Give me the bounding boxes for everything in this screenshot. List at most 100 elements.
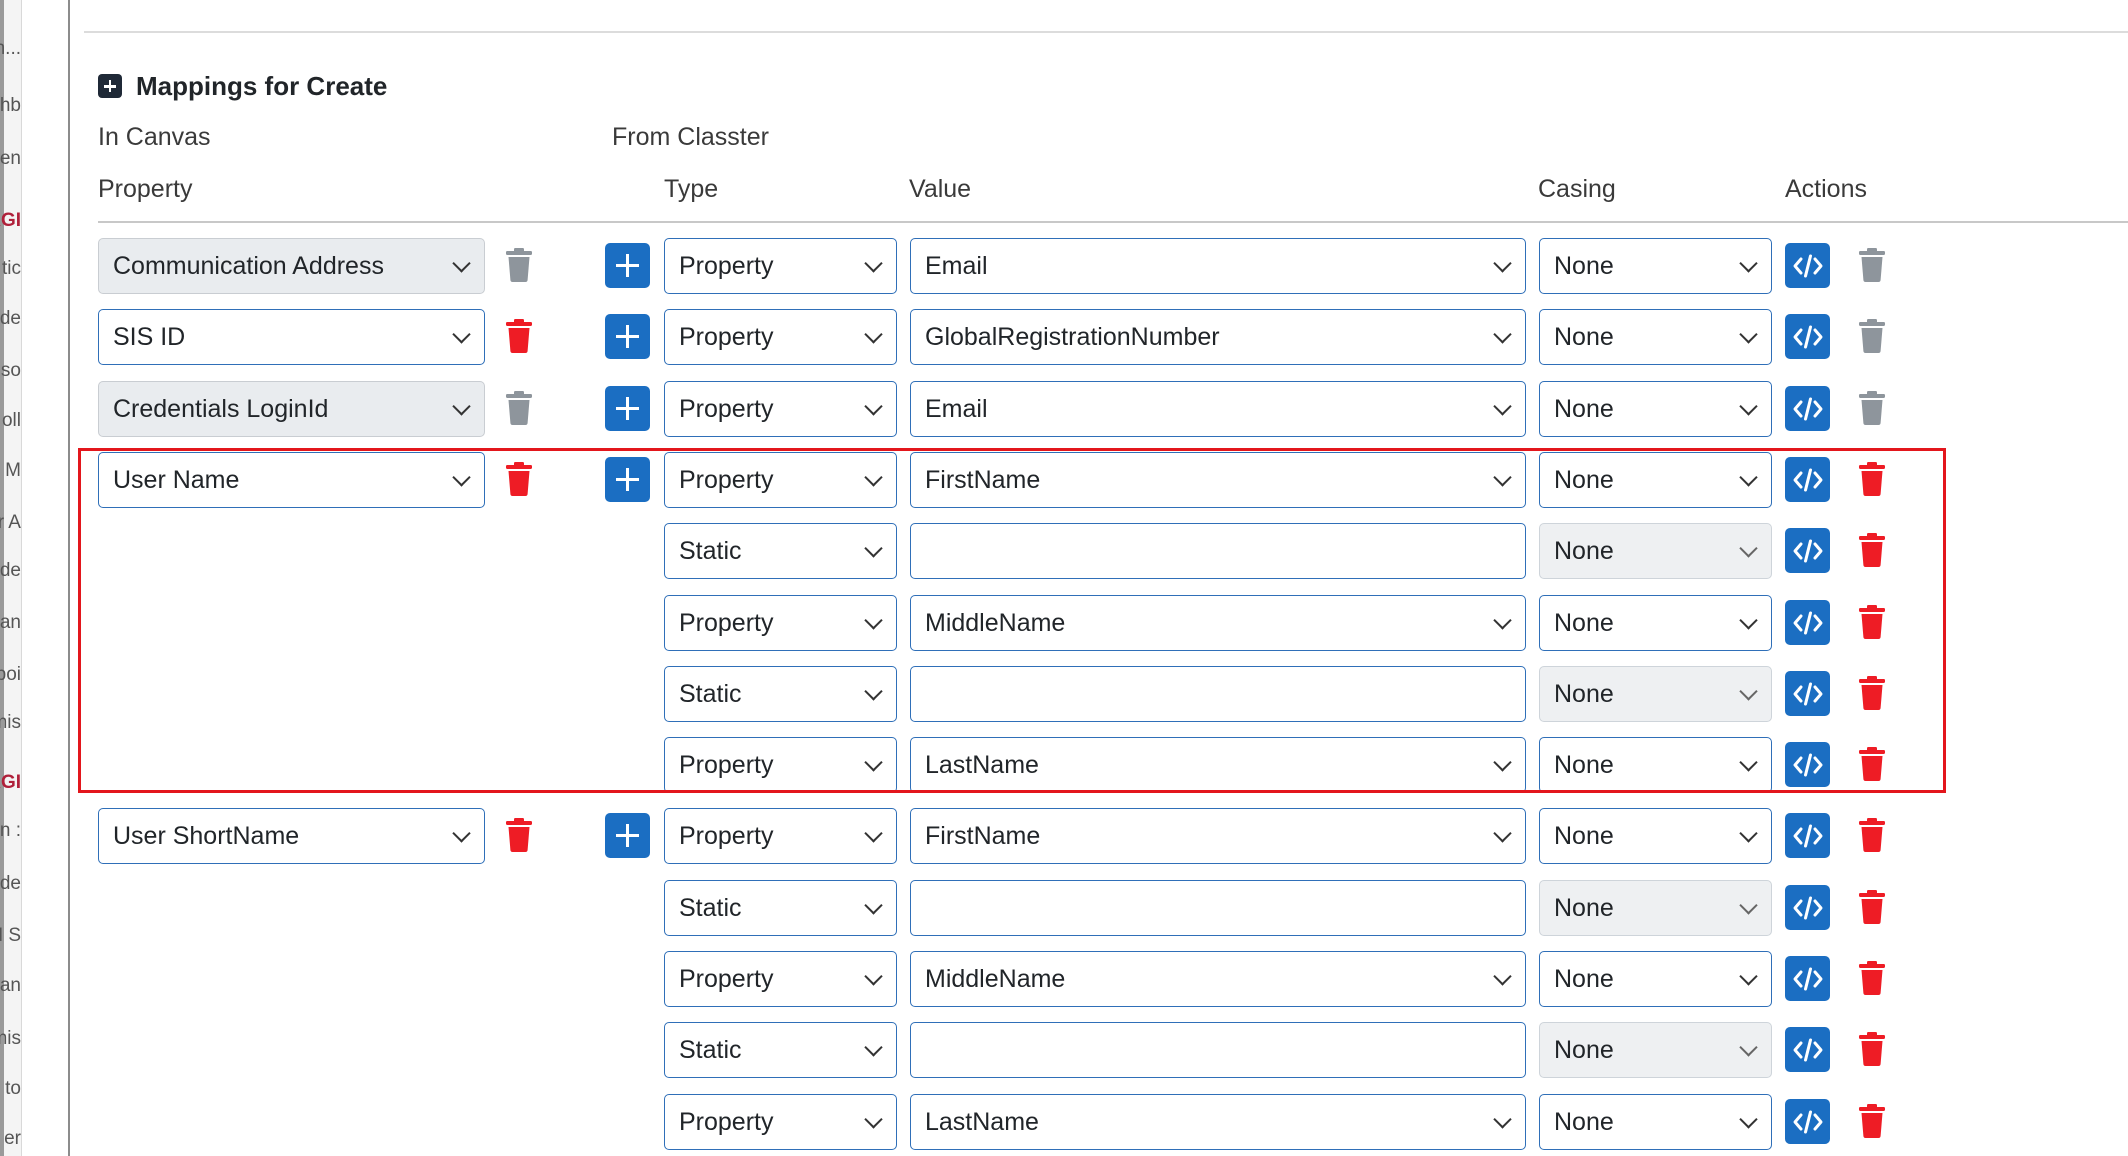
type-select[interactable]: Static: [664, 1022, 897, 1078]
delete-mapping-trash-icon[interactable]: [505, 391, 533, 425]
delete-row-trash-icon[interactable]: [1858, 462, 1886, 496]
type-select[interactable]: Static: [664, 523, 897, 579]
casing-select[interactable]: None: [1539, 238, 1772, 294]
type-select[interactable]: Property: [664, 595, 897, 651]
sidebar-item-fragment[interactable]: n...: [0, 38, 21, 60]
section-header[interactable]: Mappings for Create: [98, 68, 387, 104]
add-source-button[interactable]: [605, 386, 650, 431]
sidebar-item-fragment[interactable]: de: [0, 873, 21, 895]
canvas-property-select[interactable]: Credentials LoginId: [98, 381, 485, 437]
casing-select[interactable]: None: [1539, 1094, 1772, 1150]
delete-mapping-trash-icon[interactable]: [505, 462, 533, 496]
sidebar-item-fragment[interactable]: to: [5, 1078, 21, 1100]
delete-row-trash-icon[interactable]: [1858, 391, 1886, 425]
type-select[interactable]: Property: [664, 808, 897, 864]
type-select[interactable]: Property: [664, 737, 897, 793]
sidebar-item-fragment[interactable]: en: [0, 148, 21, 170]
casing-select[interactable]: None: [1539, 666, 1772, 722]
type-select[interactable]: Property: [664, 309, 897, 365]
code-editor-button[interactable]: [1785, 386, 1830, 431]
value-select[interactable]: LastName: [910, 1094, 1526, 1150]
static-value-input[interactable]: [910, 1022, 1526, 1078]
code-editor-button[interactable]: [1785, 457, 1830, 502]
add-source-button[interactable]: [605, 457, 650, 502]
delete-row-trash-icon[interactable]: [1858, 1104, 1886, 1138]
sidebar-item-fragment[interactable]: shb: [0, 95, 21, 117]
delete-mapping-trash-icon[interactable]: [505, 319, 533, 353]
type-select[interactable]: Property: [664, 1094, 897, 1150]
delete-row-trash-icon[interactable]: [1858, 890, 1886, 924]
add-source-button[interactable]: [605, 243, 650, 288]
casing-select[interactable]: None: [1539, 452, 1772, 508]
sidebar-item-fragment[interactable]: er A: [0, 512, 21, 534]
expand-plus-icon[interactable]: [98, 74, 122, 98]
code-editor-button[interactable]: [1785, 956, 1830, 1001]
add-source-button[interactable]: [605, 314, 650, 359]
code-editor-button[interactable]: [1785, 742, 1830, 787]
static-value-input[interactable]: [910, 666, 1526, 722]
code-editor-button[interactable]: [1785, 243, 1830, 288]
type-select[interactable]: Static: [664, 880, 897, 936]
type-select[interactable]: Property: [664, 381, 897, 437]
delete-row-trash-icon[interactable]: [1858, 1032, 1886, 1066]
casing-select[interactable]: None: [1539, 737, 1772, 793]
sidebar-item-fragment[interactable]: mis: [0, 712, 21, 734]
code-editor-button[interactable]: [1785, 813, 1830, 858]
canvas-property-select[interactable]: SIS ID: [98, 309, 485, 365]
type-select[interactable]: Static: [664, 666, 897, 722]
code-editor-button[interactable]: [1785, 671, 1830, 716]
sidebar-item-fragment[interactable]: an: [0, 975, 21, 997]
casing-select[interactable]: None: [1539, 1022, 1772, 1078]
static-value-input[interactable]: [910, 880, 1526, 936]
value-select[interactable]: MiddleName: [910, 951, 1526, 1007]
sidebar-item-fragment[interactable]: AGI: [0, 772, 21, 794]
code-editor-button[interactable]: [1785, 314, 1830, 359]
value-select[interactable]: GlobalRegistrationNumber: [910, 309, 1526, 365]
sidebar-item-fragment[interactable]: mis: [0, 1028, 21, 1050]
casing-select[interactable]: None: [1539, 595, 1772, 651]
delete-row-trash-icon[interactable]: [1858, 961, 1886, 995]
value-select[interactable]: Email: [910, 381, 1526, 437]
sidebar-item-fragment[interactable]: de: [0, 308, 21, 330]
canvas-property-select[interactable]: User ShortName: [98, 808, 485, 864]
delete-row-trash-icon[interactable]: [1858, 248, 1886, 282]
casing-select[interactable]: None: [1539, 808, 1772, 864]
code-editor-button[interactable]: [1785, 1027, 1830, 1072]
value-select[interactable]: Email: [910, 238, 1526, 294]
delete-row-trash-icon[interactable]: [1858, 818, 1886, 852]
code-editor-button[interactable]: [1785, 885, 1830, 930]
delete-mapping-trash-icon[interactable]: [505, 818, 533, 852]
delete-row-trash-icon[interactable]: [1858, 605, 1886, 639]
value-select[interactable]: MiddleName: [910, 595, 1526, 651]
delete-mapping-trash-icon[interactable]: [505, 248, 533, 282]
value-select[interactable]: LastName: [910, 737, 1526, 793]
casing-select[interactable]: None: [1539, 381, 1772, 437]
sidebar-item-fragment[interactable]: M S: [0, 925, 21, 947]
delete-row-trash-icon[interactable]: [1858, 319, 1886, 353]
add-source-button[interactable]: [605, 813, 650, 858]
static-value-input[interactable]: [910, 523, 1526, 579]
casing-select[interactable]: None: [1539, 951, 1772, 1007]
sidebar-item-fragment[interactable]: oll: [2, 410, 21, 432]
canvas-property-select[interactable]: Communication Address: [98, 238, 485, 294]
sidebar-item-fragment[interactable]: n :: [0, 820, 21, 842]
sidebar-item-fragment[interactable]: poi: [0, 664, 21, 686]
sidebar-item-fragment[interactable]: de: [0, 560, 21, 582]
code-editor-button[interactable]: [1785, 528, 1830, 573]
sidebar-item-fragment[interactable]: tic: [2, 258, 21, 280]
delete-row-trash-icon[interactable]: [1858, 533, 1886, 567]
sidebar-item-fragment[interactable]: er: [4, 1128, 21, 1150]
sidebar-item-fragment[interactable]: M: [5, 460, 21, 482]
sidebar-item-fragment[interactable]: so: [1, 360, 21, 382]
canvas-property-select[interactable]: User Name: [98, 452, 485, 508]
type-select[interactable]: Property: [664, 951, 897, 1007]
type-select[interactable]: Property: [664, 452, 897, 508]
sidebar-item-fragment[interactable]: an: [0, 612, 21, 634]
code-editor-button[interactable]: [1785, 1099, 1830, 1144]
code-editor-button[interactable]: [1785, 600, 1830, 645]
casing-select[interactable]: None: [1539, 880, 1772, 936]
sidebar-item-fragment[interactable]: AGI: [0, 210, 21, 232]
delete-row-trash-icon[interactable]: [1858, 747, 1886, 781]
value-select[interactable]: FirstName: [910, 808, 1526, 864]
casing-select[interactable]: None: [1539, 523, 1772, 579]
